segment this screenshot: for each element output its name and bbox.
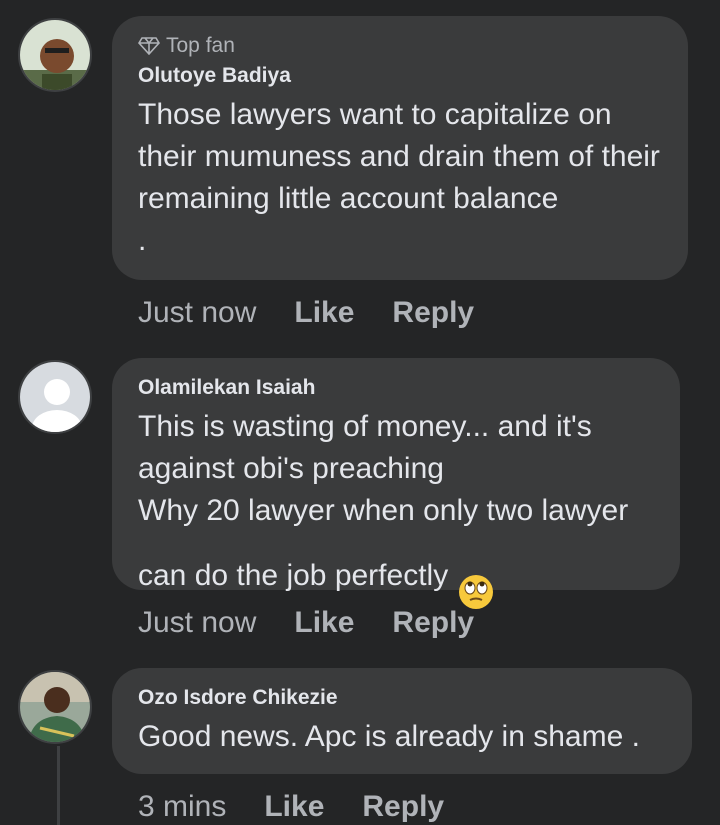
comment-bubble: Ozo Isdore Chikezie Good news. Apc is al… [112,668,692,774]
avatar[interactable] [18,670,92,744]
comment-bubble: Top fan Olutoye Badiya Those lawyers wan… [112,16,688,280]
reply-button[interactable]: Reply [362,790,444,824]
reply-button[interactable]: Reply [392,296,474,330]
like-button[interactable]: Like [264,790,324,824]
badge-label: Top fan [166,34,235,57]
reply-button[interactable]: Reply [392,606,474,640]
default-avatar-icon [20,362,90,432]
like-button[interactable]: Like [294,606,354,640]
comment-bubble: Olamilekan Isaiah This is wasting of mon… [112,358,680,609]
comment-author[interactable]: Olamilekan Isaiah [138,376,654,400]
reply-thread-line [57,746,60,825]
timestamp[interactable]: Just now [138,296,256,330]
comment-actions: Just now Like Reply [138,296,474,330]
avatar[interactable] [18,18,92,92]
comment-text: This is wasting of money... and it's aga… [138,406,654,622]
avatar[interactable] [18,360,92,434]
comment-text-content: This is wasting of money... and it's aga… [138,410,629,592]
comment-author[interactable]: Ozo Isdore Chikezie [138,686,666,710]
diamond-icon [138,37,160,55]
timestamp[interactable]: Just now [138,606,256,640]
top-fan-badge: Top fan [138,34,662,58]
like-button[interactable]: Like [294,296,354,330]
comment-text: Good news. Apc is already in shame . [138,720,640,753]
comment-actions: Just now Like Reply [138,606,474,640]
comment-actions: 3 mins Like Reply [138,790,444,824]
comment-text: Those lawyers want to capitalize on thei… [138,98,660,257]
timestamp[interactable]: 3 mins [138,790,226,824]
comment-author[interactable]: Olutoye Badiya [138,64,662,88]
